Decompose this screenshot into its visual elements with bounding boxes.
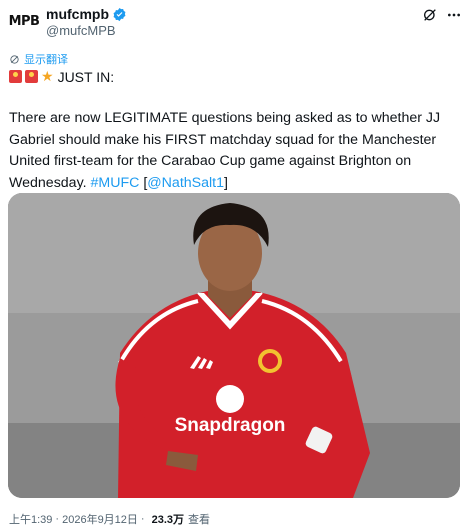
view-count[interactable]: 23.3万 xyxy=(152,511,184,527)
tweet-date[interactable]: 2026年9月12日 xyxy=(62,511,138,527)
sponsor-text: Snapdragon xyxy=(175,415,286,436)
headline-text: JUST IN: xyxy=(57,68,115,85)
siren-emoji-icon xyxy=(9,70,22,83)
avatar-logo-text: MPB xyxy=(8,13,40,29)
author-name-row: mufcmpb xyxy=(46,6,127,22)
player-photo: Snapdragon xyxy=(8,193,460,498)
tweet-body: There are now LEGITIMATE questions being… xyxy=(9,108,459,194)
star-emoji-icon: ★ xyxy=(41,68,54,84)
translate-label: 显示翻译 xyxy=(24,54,68,66)
tweet-headline: ★ JUST IN: xyxy=(9,68,114,85)
translate-link[interactable]: 显示翻译 xyxy=(9,51,68,67)
tweet-media-image[interactable]: Snapdragon xyxy=(8,193,460,498)
footer-sep: · xyxy=(140,513,145,525)
translate-icon xyxy=(10,54,19,64)
siren-emoji-icon xyxy=(25,70,38,83)
avatar[interactable]: MPB xyxy=(8,6,40,36)
grok-icon[interactable] xyxy=(421,6,439,24)
tweet-time[interactable]: 上午1:39 xyxy=(9,511,52,527)
mention-close: ] xyxy=(224,174,228,191)
author-handle[interactable]: @mufcMPB xyxy=(46,23,116,38)
verified-badge-icon xyxy=(113,7,126,21)
more-icon[interactable] xyxy=(445,6,463,24)
tweet-footer: 上午1:39 · 2026年9月12日 · 23.3万 查看 xyxy=(9,511,210,527)
hashtag-link[interactable]: #MUFC xyxy=(91,175,140,191)
mention-link[interactable]: @NathSalt1 xyxy=(147,175,224,191)
footer-sep: · xyxy=(55,513,60,525)
views-label: 查看 xyxy=(188,514,211,526)
display-name[interactable]: mufcmpb xyxy=(46,6,109,22)
